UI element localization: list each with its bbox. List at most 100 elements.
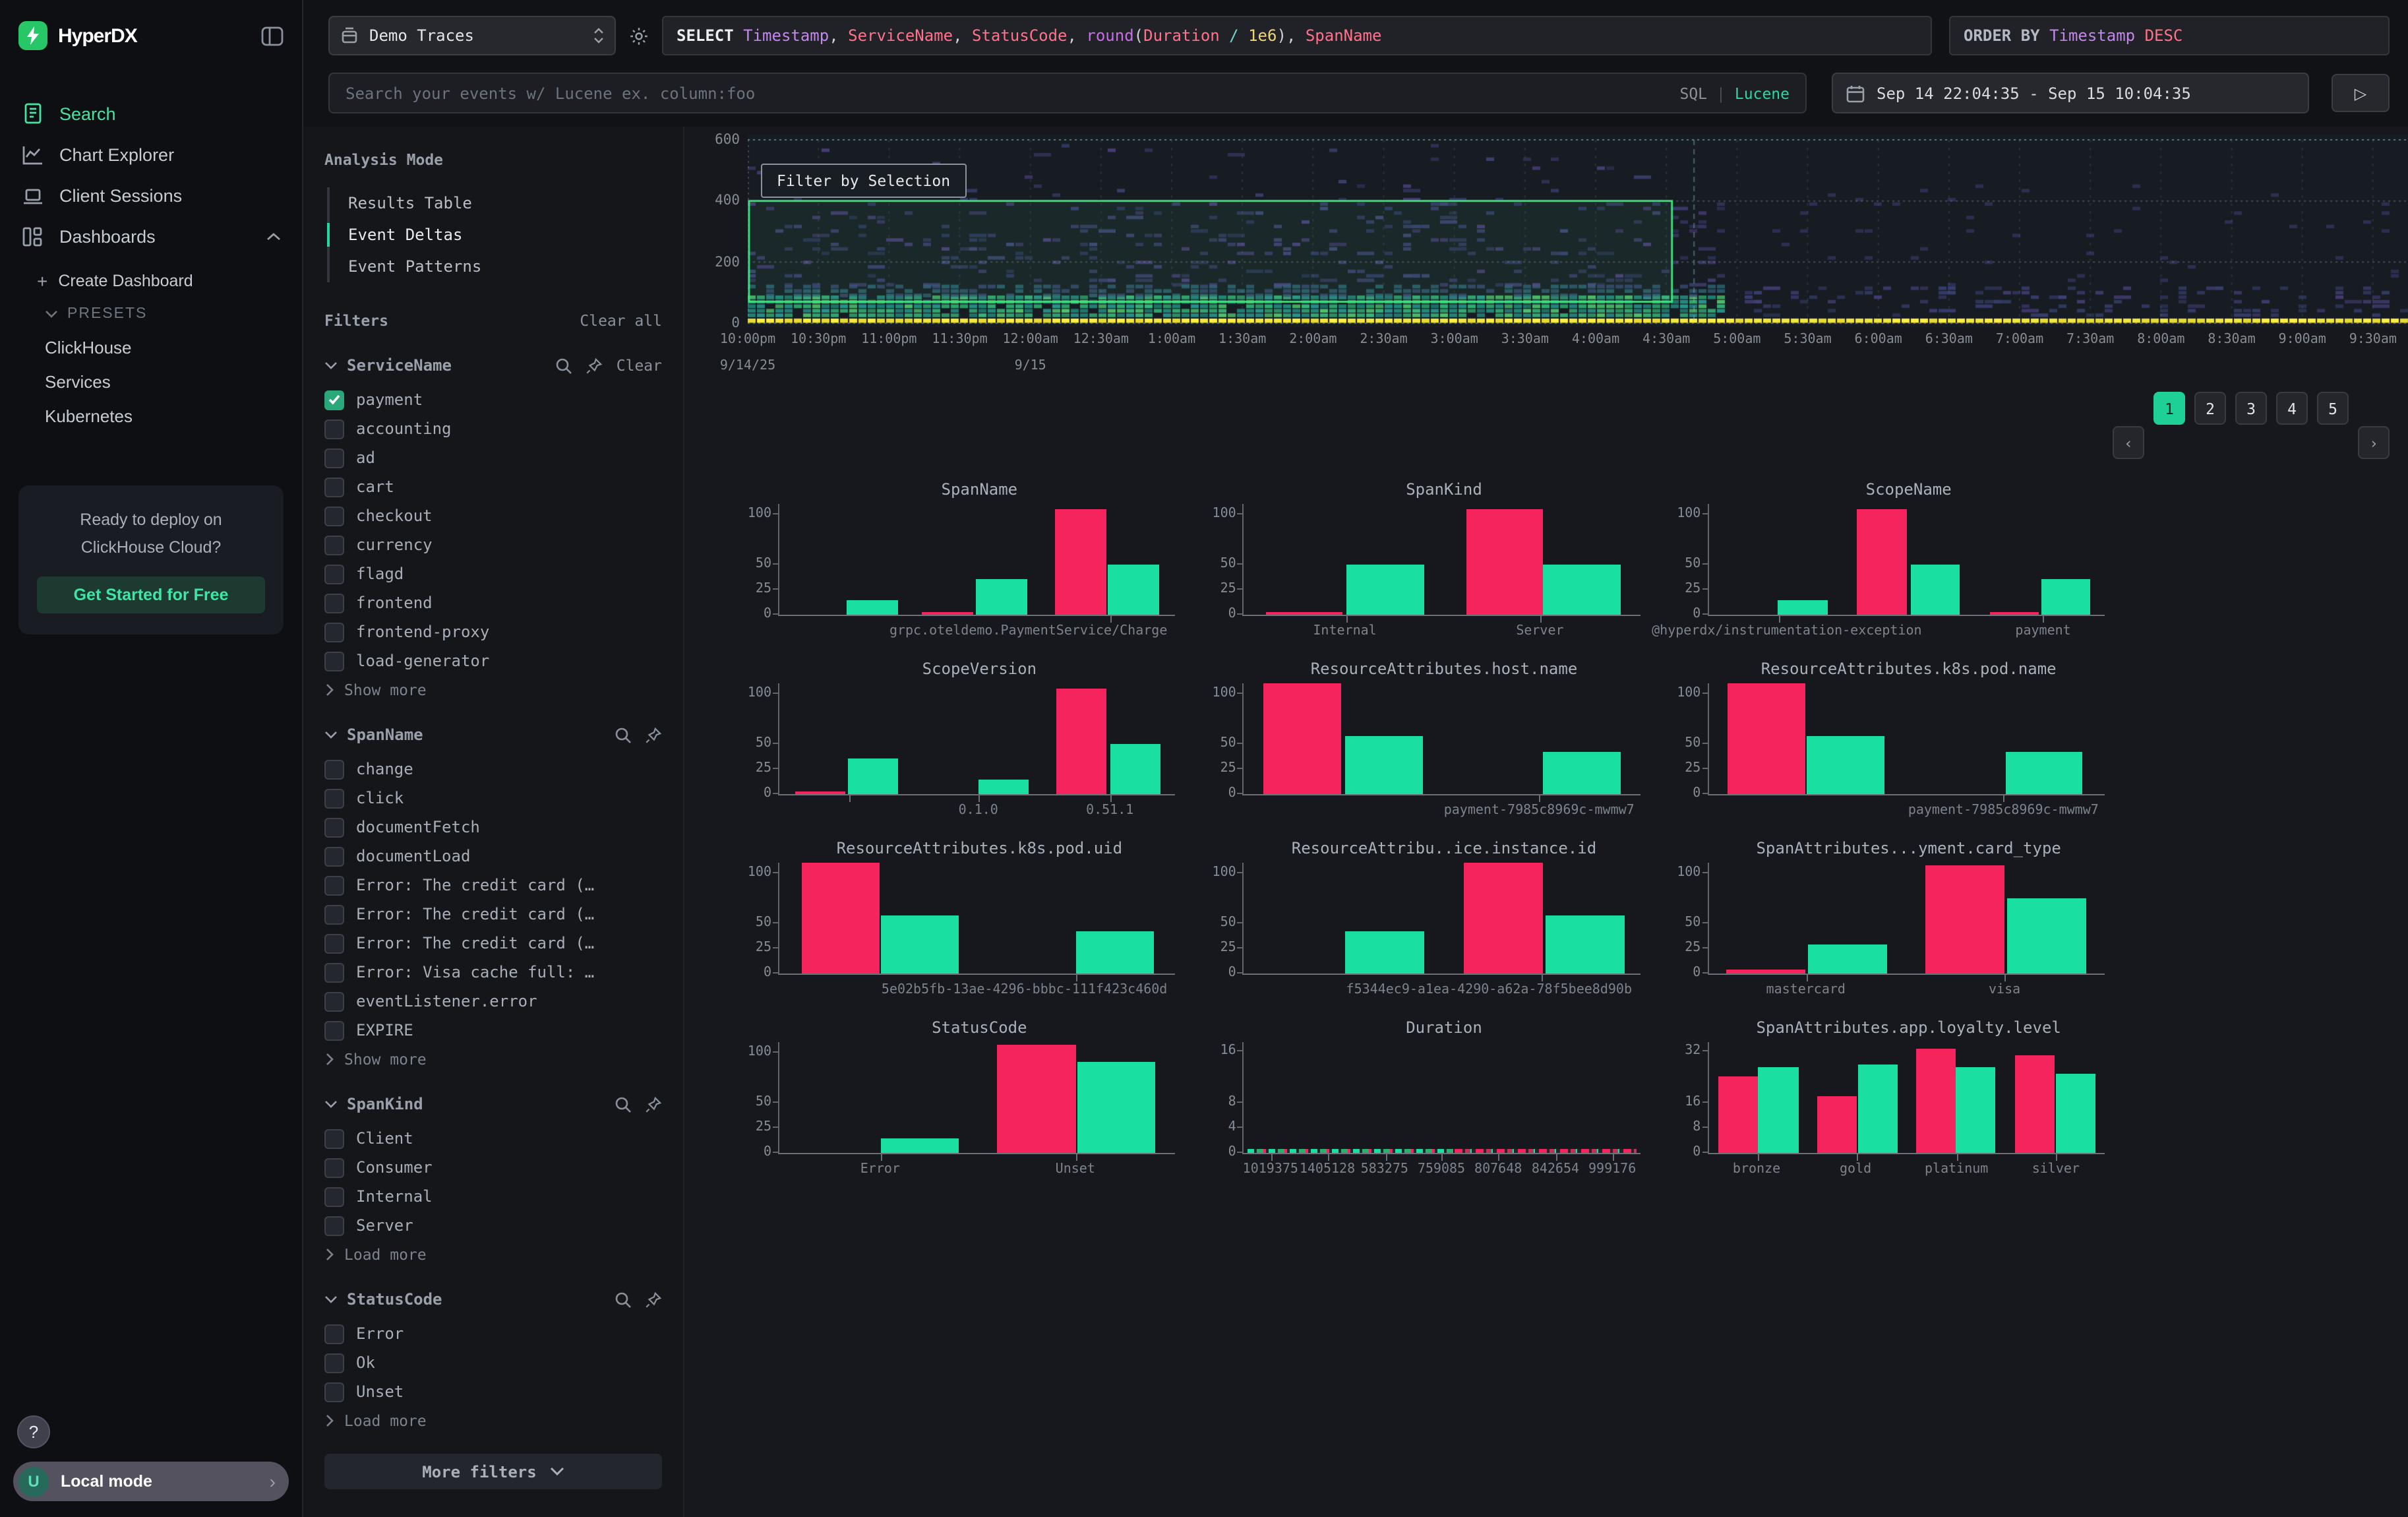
checkbox[interactable] (324, 1129, 344, 1148)
source-select[interactable]: Demo Traces (328, 16, 616, 55)
checkbox[interactable] (324, 933, 344, 953)
gear-icon[interactable] (629, 26, 649, 46)
pagination-page-3[interactable]: 3 (2235, 392, 2267, 425)
sidebar-item-client-sessions[interactable]: Client Sessions (0, 175, 302, 216)
pin-icon[interactable] (645, 1096, 662, 1113)
load-more-button[interactable]: Load more (324, 1406, 662, 1430)
filter-option-documentfetch[interactable]: documentFetch (324, 813, 662, 842)
run-query-button[interactable]: ▷ (2332, 74, 2390, 112)
analysis-mode-event-deltas[interactable]: Event Deltas (330, 219, 662, 251)
pagination-page-4[interactable]: 4 (2276, 392, 2308, 425)
analysis-mode-event-patterns[interactable]: Event Patterns (330, 251, 662, 282)
pagination-next[interactable]: › (2358, 426, 2390, 459)
help-button[interactable]: ? (17, 1415, 50, 1448)
filter-group-header-servicename[interactable]: ServiceNameClear (324, 356, 662, 375)
get-started-button[interactable]: Get Started for Free (37, 577, 265, 614)
checkbox[interactable] (324, 1324, 344, 1344)
analysis-mode-results-table[interactable]: Results Table (330, 187, 662, 219)
filter-option-ad[interactable]: ad (324, 443, 662, 472)
checkbox[interactable] (324, 788, 344, 808)
filter-option-error-the-credit-card[interactable]: Error: The credit card (… (324, 871, 662, 900)
date-range-picker[interactable]: Sep 14 22:04:35 - Sep 15 10:04:35 (1832, 73, 2309, 113)
sidebar-item-services[interactable]: Services (0, 364, 302, 398)
checkbox[interactable] (324, 622, 344, 642)
more-filters-button[interactable]: More filters (324, 1454, 662, 1489)
presets-toggle[interactable]: PRESETS (0, 298, 302, 330)
checkbox[interactable] (324, 1216, 344, 1235)
filter-option-error-the-credit-card[interactable]: Error: The credit card (… (324, 900, 662, 929)
heatmap-canvas[interactable] (748, 135, 2408, 327)
filter-option-frontend[interactable]: frontend (324, 588, 662, 617)
load-more-button[interactable]: Load more (324, 1240, 662, 1264)
checkbox[interactable] (324, 962, 344, 982)
filter-option-flagd[interactable]: flagd (324, 559, 662, 588)
clear-group-button[interactable]: Clear (617, 356, 662, 375)
checkbox[interactable] (324, 535, 344, 555)
show-more-button[interactable]: Show more (324, 675, 662, 699)
checkbox[interactable] (324, 875, 344, 895)
filter-option-client[interactable]: Client (324, 1124, 662, 1153)
checkbox[interactable] (324, 759, 344, 779)
filter-option-consumer[interactable]: Consumer (324, 1153, 662, 1182)
filter-option-unset[interactable]: Unset (324, 1377, 662, 1406)
sidebar-item-dashboards[interactable]: Dashboards (0, 216, 302, 257)
filter-option-load-generator[interactable]: load-generator (324, 646, 662, 675)
checkbox[interactable] (324, 991, 344, 1011)
checkbox[interactable] (324, 593, 344, 613)
checkbox[interactable] (324, 1353, 344, 1373)
filter-option-click[interactable]: click (324, 784, 662, 813)
pin-icon[interactable] (645, 726, 662, 743)
checkbox[interactable] (324, 904, 344, 924)
checkbox[interactable] (324, 390, 344, 410)
filter-option-change[interactable]: change (324, 755, 662, 784)
order-by-input[interactable]: ORDER BY Timestamp DESC (1949, 16, 2390, 55)
filter-option-frontend-proxy[interactable]: frontend-proxy (324, 617, 662, 646)
checkbox[interactable] (324, 564, 344, 584)
sidebar-item-search[interactable]: Search (0, 92, 302, 135)
filter-group-header-statuscode[interactable]: StatusCode (324, 1290, 662, 1309)
checkbox[interactable] (324, 1382, 344, 1402)
pin-icon[interactable] (586, 357, 603, 374)
filter-option-accounting[interactable]: accounting (324, 414, 662, 443)
search-icon[interactable] (615, 1096, 632, 1113)
checkbox[interactable] (324, 817, 344, 837)
filter-option-ok[interactable]: Ok (324, 1348, 662, 1377)
filter-option-checkout[interactable]: checkout (324, 501, 662, 530)
search-icon[interactable] (615, 726, 632, 743)
pagination-page-5[interactable]: 5 (2317, 392, 2349, 425)
checkbox[interactable] (324, 846, 344, 866)
sql-select-input[interactable]: SELECT Timestamp, ServiceName, StatusCod… (662, 16, 1932, 55)
filter-option-server[interactable]: Server (324, 1211, 662, 1240)
filter-group-header-spanname[interactable]: SpanName (324, 726, 662, 744)
sidebar-item-chart-explorer[interactable]: Chart Explorer (0, 135, 302, 175)
filter-option-expire[interactable]: EXPIRE (324, 1016, 662, 1045)
local-mode-button[interactable]: U Local mode › (13, 1462, 289, 1501)
search-icon[interactable] (556, 357, 573, 374)
checkbox[interactable] (324, 506, 344, 526)
checkbox[interactable] (324, 1158, 344, 1177)
checkbox[interactable] (324, 419, 344, 439)
search-input[interactable]: Search your events w/ Lucene ex. column:… (328, 73, 1807, 113)
show-more-button[interactable]: Show more (324, 1045, 662, 1068)
filter-option-currency[interactable]: currency (324, 530, 662, 559)
pagination-prev[interactable]: ‹ (2113, 426, 2144, 459)
filter-option-eventlistener-error[interactable]: eventListener.error (324, 987, 662, 1016)
filter-option-payment[interactable]: payment (324, 385, 662, 414)
sidebar-item-kubernetes[interactable]: Kubernetes (0, 398, 302, 433)
search-icon[interactable] (615, 1291, 632, 1308)
filter-option-internal[interactable]: Internal (324, 1182, 662, 1211)
filter-option-cart[interactable]: cart (324, 472, 662, 501)
sidebar-item-clickhouse[interactable]: ClickHouse (0, 330, 302, 364)
checkbox[interactable] (324, 477, 344, 497)
pin-icon[interactable] (645, 1291, 662, 1308)
checkbox[interactable] (324, 651, 344, 671)
create-dashboard-button[interactable]: + Create Dashboard (0, 263, 302, 298)
checkbox[interactable] (324, 448, 344, 468)
filter-by-selection-button[interactable]: Filter by Selection (761, 164, 966, 198)
pagination-page-2[interactable]: 2 (2194, 392, 2226, 425)
pagination-page-1[interactable]: 1 (2153, 392, 2185, 425)
filter-option-documentload[interactable]: documentLoad (324, 842, 662, 871)
clear-all-button[interactable]: Clear all (580, 311, 662, 330)
filter-option-error[interactable]: Error (324, 1319, 662, 1348)
filter-group-header-spankind[interactable]: SpanKind (324, 1095, 662, 1113)
